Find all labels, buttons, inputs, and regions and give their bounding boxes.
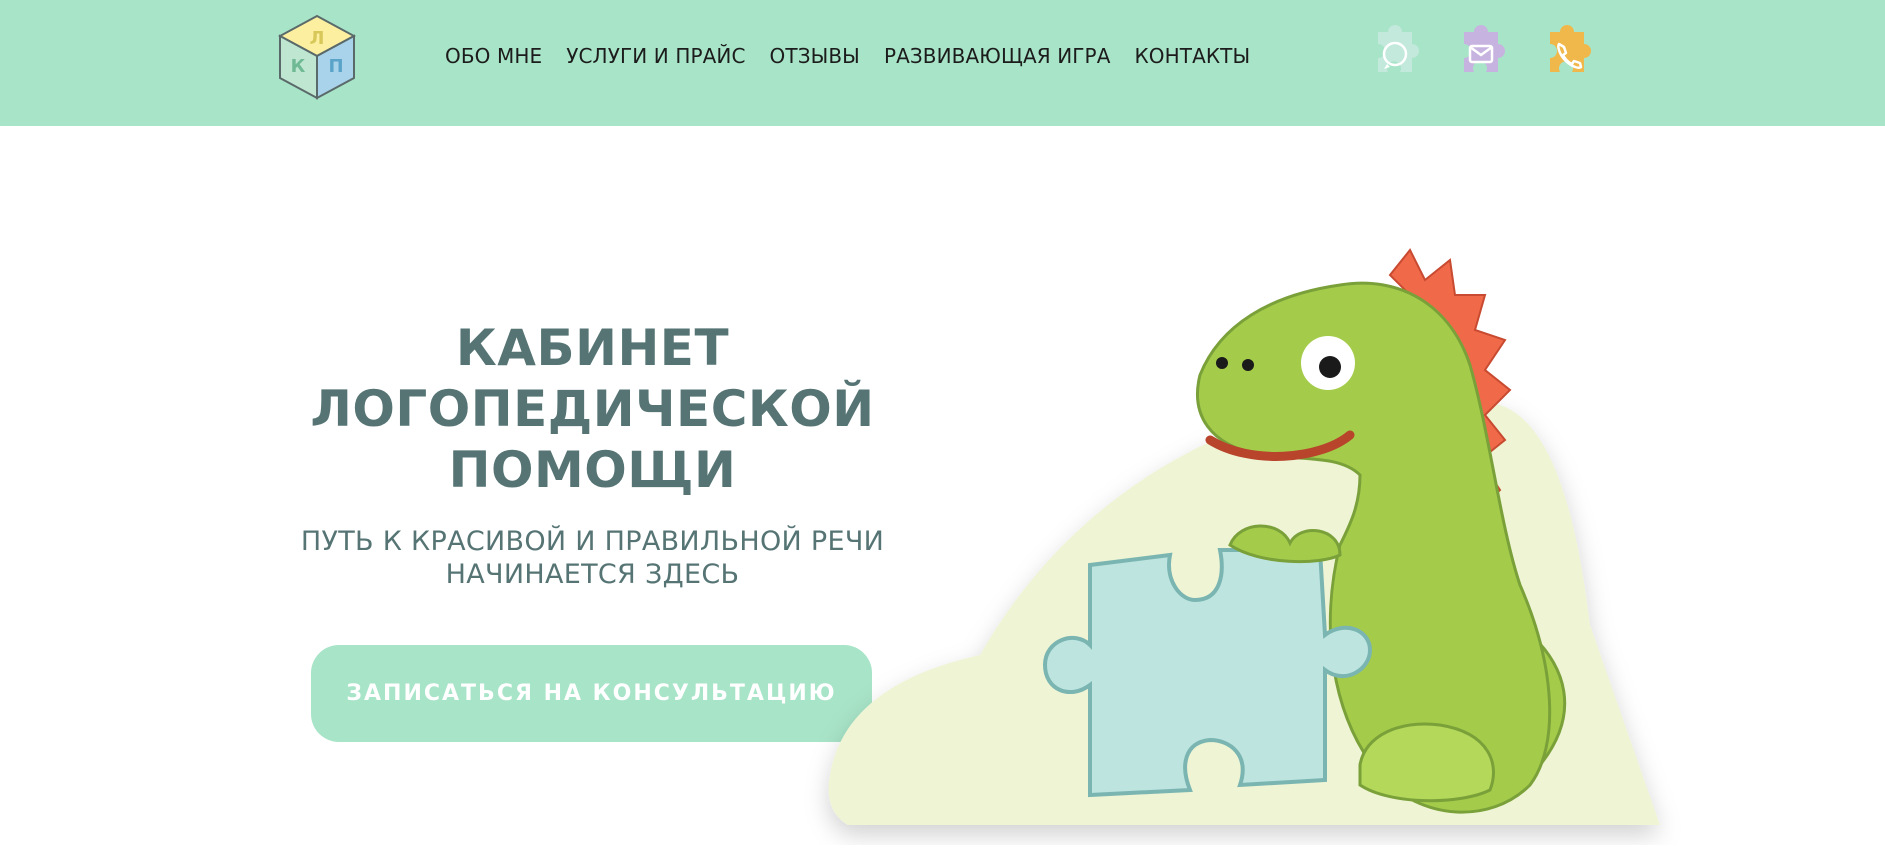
dino-foot — [1358, 722, 1495, 803]
dinosaur-puzzle-illustration — [828, 248, 1660, 825]
dino-nostril — [1242, 359, 1254, 371]
whatsapp-icon[interactable] — [1360, 22, 1430, 92]
dino-nostril — [1216, 357, 1228, 369]
book-consultation-button[interactable]: ЗАПИСАТЬСЯ НА КОНСУЛЬТАЦИЮ — [311, 645, 872, 742]
mail-icon[interactable] — [1446, 22, 1516, 92]
logo-letter: К — [291, 56, 306, 77]
phone-icon[interactable] — [1532, 22, 1602, 92]
logo-letter: П — [328, 56, 343, 77]
logo-letter: Л — [310, 28, 325, 49]
main-nav: ОБО МНЕ УСЛУГИ И ПРАЙС ОТЗЫВЫ РАЗВИВАЮЩА… — [445, 44, 1274, 68]
site-header: Л К П ОБО МНЕ УСЛУГИ И ПРАЙС ОТЗЫВЫ РАЗВ… — [0, 0, 1885, 126]
logo-cube-icon[interactable]: Л К П — [278, 14, 356, 100]
nav-services[interactable]: УСЛУГИ И ПРАЙС — [566, 44, 745, 68]
nav-contacts[interactable]: КОНТАКТЫ — [1135, 44, 1251, 68]
nav-about[interactable]: ОБО МНЕ — [445, 44, 542, 68]
nav-reviews[interactable]: ОТЗЫВЫ — [770, 44, 860, 68]
nav-game[interactable]: РАЗВИВАЮЩАЯ ИГРА — [884, 44, 1111, 68]
dino-pupil — [1319, 356, 1341, 378]
